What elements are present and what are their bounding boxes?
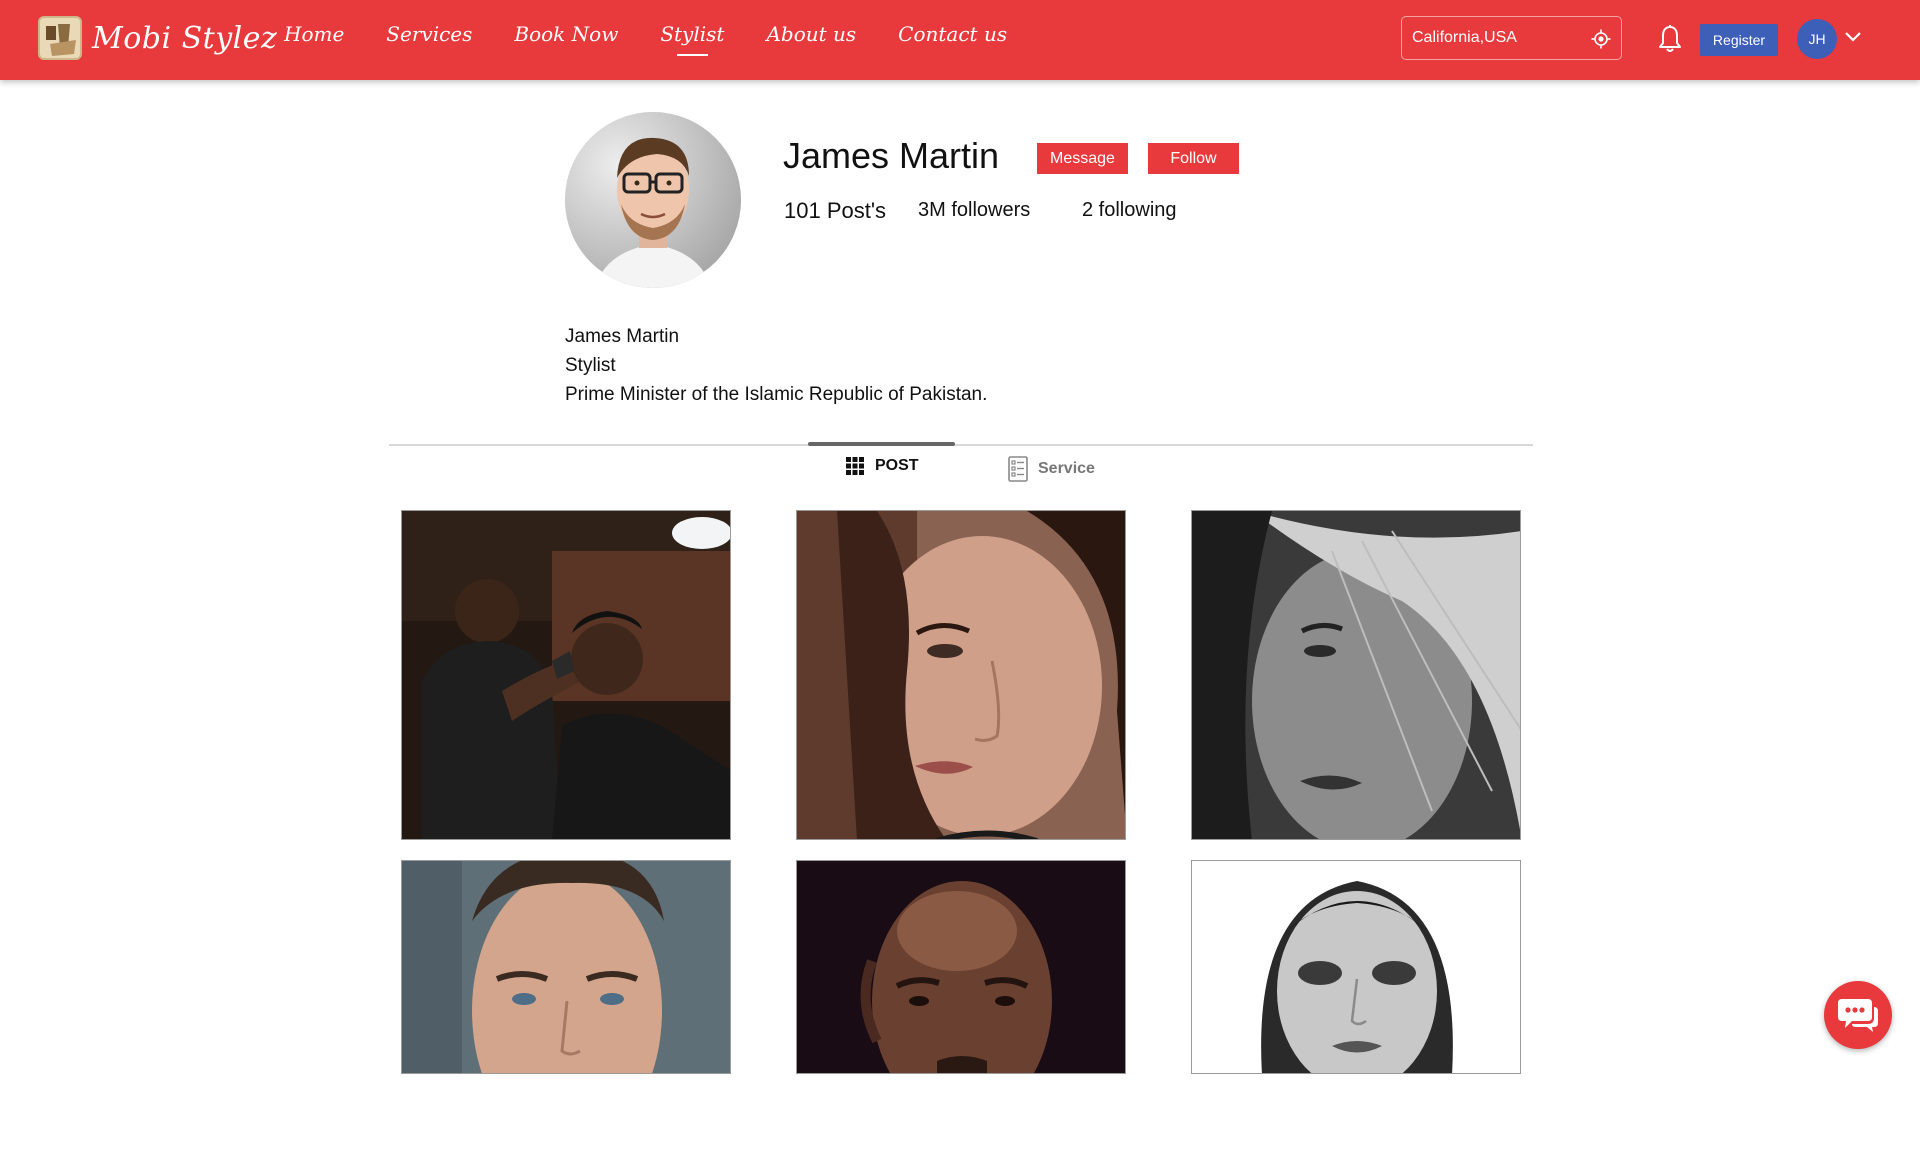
following-count[interactable]: 2 following <box>1082 199 1177 222</box>
post-thumbnail-woman-closeup[interactable] <box>796 510 1126 840</box>
top-navbar: Mobi Stylez Home Services Book Now Styli… <box>0 0 1920 80</box>
tab-post-label: POST <box>875 457 919 474</box>
message-button[interactable]: Message <box>1037 143 1128 174</box>
post-thumbnail-bald-man[interactable] <box>796 860 1126 1074</box>
tab-service-label: Service <box>1038 460 1095 477</box>
location-field <box>1401 16 1622 60</box>
nav-stylist[interactable]: Stylist <box>660 22 724 56</box>
brand-logo[interactable]: Mobi Stylez <box>38 16 277 60</box>
nav-contact-us[interactable]: Contact us <box>898 22 1007 46</box>
nav-book-now[interactable]: Book Now <box>514 22 618 46</box>
nav-about-us[interactable]: About us <box>766 22 856 46</box>
bio-description: Prime Minister of the Islamic Republic o… <box>565 384 988 405</box>
tabs-divider <box>389 444 1533 446</box>
document-list-icon <box>1008 456 1028 482</box>
follow-button[interactable]: Follow <box>1148 143 1239 174</box>
chat-button[interactable] <box>1824 981 1892 1049</box>
bio-role: Stylist <box>565 355 616 376</box>
location-input[interactable] <box>1412 26 1582 50</box>
tab-service[interactable]: Service <box>1008 456 1095 482</box>
bio-name: James Martin <box>565 326 680 347</box>
chat-bubbles-icon <box>1838 999 1878 1032</box>
tab-post[interactable]: POST <box>845 456 919 476</box>
post-thumbnail-woman-bw[interactable] <box>1191 510 1521 840</box>
profile-avatar <box>565 112 741 288</box>
post-thumbnail-man-portrait[interactable] <box>401 860 731 1074</box>
locate-icon[interactable] <box>1591 29 1611 49</box>
nav-services[interactable]: Services <box>386 22 472 46</box>
profile-name: James Martin <box>783 135 1000 176</box>
main-nav: Home Services Book Now Stylist About us … <box>284 22 1049 56</box>
brand-name: Mobi Stylez <box>92 20 278 56</box>
grid-icon <box>846 457 864 475</box>
logo-icon <box>38 16 82 60</box>
post-thumbnail-barber[interactable] <box>401 510 731 840</box>
register-button[interactable]: Register <box>1700 24 1778 56</box>
chevron-down-icon[interactable] <box>1844 30 1862 44</box>
active-tab-indicator <box>808 442 955 446</box>
user-avatar[interactable]: JH <box>1797 19 1837 59</box>
bell-icon[interactable] <box>1657 24 1683 54</box>
posts-count: 101 Post's <box>784 198 887 223</box>
nav-home[interactable]: Home <box>284 22 344 46</box>
followers-count[interactable]: 3M followers <box>918 199 1030 222</box>
post-thumbnail-woman-bw-portrait[interactable] <box>1191 860 1521 1074</box>
